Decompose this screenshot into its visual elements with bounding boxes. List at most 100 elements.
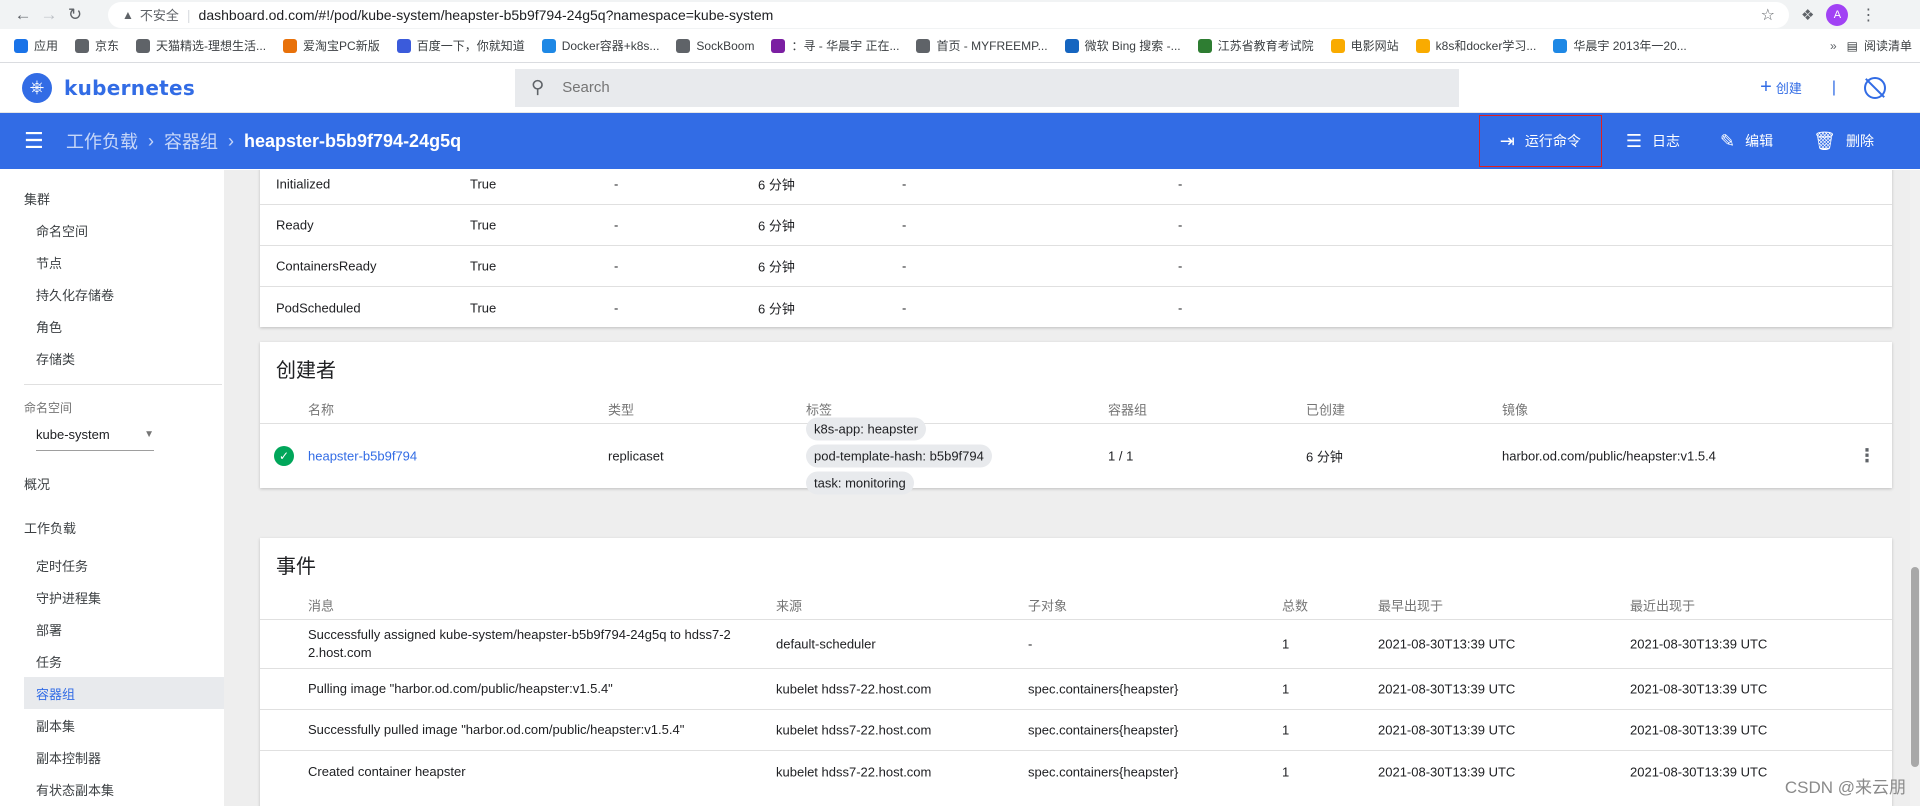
logs-label: 日志 [1652, 133, 1681, 149]
bookmark-item[interactable]: Docker容器+k8s... [541, 37, 659, 54]
event-message: Successfully assigned kube-system/heapst… [308, 626, 768, 662]
event-source: kubelet hdss7-22.host.com [776, 722, 932, 738]
creator-row: ✓ heapster-b5b9f794 replicaset k8s-app: … [260, 417, 1892, 495]
bookmark-item[interactable]: 京东 [75, 37, 119, 54]
condition-reason: - [902, 176, 907, 192]
condition-row: ContainersReady True - 6 分钟 - - [260, 246, 1892, 287]
bookmark-item[interactable]: 江苏省教育考试院 [1197, 37, 1314, 54]
bookmark-star-icon[interactable]: ☆ [1761, 5, 1775, 25]
delete-button[interactable]: 🗑 删除 [1793, 115, 1894, 167]
sidebar-cluster[interactable]: 集群 [0, 182, 224, 214]
sidebar-item[interactable]: 角色 [0, 310, 224, 342]
plus-icon: + [1760, 76, 1772, 98]
address-bar[interactable]: ▲ 不安全 | dashboard.od.com/#!/pod/kube-sys… [108, 1, 1789, 28]
bookmark-item[interactable]: k8s和docker学习... [1415, 37, 1536, 54]
create-button[interactable]: + 创建 [1760, 76, 1802, 99]
sidebar-overview[interactable]: 概况 [0, 467, 224, 499]
sidebar-item[interactable]: 持久化存储卷 [0, 278, 224, 310]
bookmark-icon [1553, 38, 1568, 53]
sidebar-item[interactable]: 容器组 [24, 677, 224, 709]
event-source: default-scheduler [776, 636, 876, 652]
column-header[interactable]: 最早出现于 [1378, 595, 1443, 614]
column-header[interactable]: 最近出现于 [1630, 595, 1695, 614]
reload-icon[interactable]: ↻ [62, 2, 88, 28]
bookmark-item[interactable]: 首页 - MYFREEMP... [916, 37, 1048, 54]
bookmark-item[interactable]: 天猫精选-理想生活... [136, 37, 266, 54]
bookmark-label: 京东 [95, 39, 120, 53]
logs-button[interactable]: ☰ 日志 [1606, 115, 1700, 167]
sidebar-item[interactable]: 副本集 [0, 709, 224, 741]
bookmark-icon [771, 38, 786, 53]
bookmark-icon [14, 38, 28, 53]
condition-status: True [470, 258, 497, 274]
namespace-select[interactable]: kube-system ▼ [36, 419, 154, 451]
column-header[interactable]: 来源 [776, 595, 802, 614]
bookmark-item[interactable]: ：寻 - 华晨宇 正在... [771, 37, 899, 54]
bookmark-label: 百度一下，你就知道 [416, 39, 525, 53]
kubernetes-logo[interactable]: ⎈ kubernetes [22, 72, 492, 103]
bookmark-item[interactable]: 电影网站 [1330, 37, 1399, 54]
column-header[interactable]: 名称 [308, 399, 334, 418]
column-header[interactable]: 容器组 [1108, 399, 1147, 418]
header-divider: | [1831, 78, 1836, 96]
bookmark-item[interactable]: 爱淘宝PC新版 [283, 37, 380, 54]
condition-message: - [1178, 258, 1183, 274]
sidebar-item[interactable]: 节点 [0, 246, 224, 278]
column-header[interactable]: 消息 [308, 595, 334, 614]
forward-icon[interactable]: → [36, 2, 62, 28]
creator-name-link[interactable]: heapster-b5b9f794 [308, 449, 417, 464]
event-object: - [1028, 636, 1033, 652]
sidebar-item[interactable]: 任务 [0, 645, 224, 677]
event-count: 1 [1282, 636, 1290, 652]
column-header[interactable]: 总数 [1282, 595, 1308, 614]
bookmark-item[interactable]: 百度一下，你就知道 [396, 37, 525, 54]
sidebar-item[interactable]: 有状态副本集 [0, 773, 224, 805]
bookmark-icon [916, 38, 931, 53]
menu-icon[interactable]: ☰ [24, 128, 48, 154]
sidebar-workloads[interactable]: 工作负载 [0, 511, 224, 543]
breadcrumb-workloads[interactable]: 工作负载 [66, 128, 138, 154]
column-header[interactable]: 子对象 [1028, 595, 1067, 614]
sidebar-item[interactable]: 副本控制器 [0, 741, 224, 773]
breadcrumb-pods[interactable]: 容器组 [164, 128, 218, 154]
page-scrollbar-thumb[interactable] [1911, 567, 1919, 767]
row-menu-icon[interactable]: ⋮ [1858, 446, 1876, 467]
column-header[interactable]: 镜像 [1502, 399, 1528, 418]
address-separator: | [186, 6, 191, 23]
sidebar-item[interactable]: 部署 [0, 613, 224, 645]
creator-created: 6 分钟 [1306, 449, 1343, 465]
event-row: Successfully pulled image "harbor.od.com… [260, 710, 1892, 751]
bookmark-item[interactable]: 微软 Bing 搜索 -... [1064, 37, 1181, 54]
back-icon[interactable]: ← [10, 2, 36, 28]
condition-message: - [1178, 217, 1183, 233]
exec-button[interactable]: ⇥ 运行命令 [1478, 115, 1602, 167]
event-last-seen: 2021-08-30T13:39 UTC [1630, 681, 1768, 697]
sidebar-item[interactable]: 存储类 [0, 342, 224, 374]
reading-list-label: 阅读清单 [1863, 39, 1912, 53]
extensions-icon[interactable]: ❖ [1801, 6, 1814, 24]
bookmarks-more-icon[interactable]: » [1830, 39, 1837, 53]
sidebar-item[interactable]: 命名空间 [0, 214, 224, 246]
edit-button[interactable]: ✎ 编辑 [1700, 115, 1793, 167]
event-message-line: Successfully assigned kube-system/heapst… [308, 627, 731, 642]
bookmark-item[interactable]: SockBoom [676, 38, 754, 53]
event-message: Created container heapster [308, 763, 768, 781]
bookmark-item[interactable]: 华晨宇 2013年一20... [1553, 37, 1687, 54]
visibility-off-icon[interactable] [1864, 76, 1886, 99]
sidebar-item[interactable]: 守护进程集 [0, 581, 224, 613]
bookmark-icon [1330, 38, 1345, 53]
search-bar[interactable]: ⚲ [515, 68, 1459, 107]
chevron-right-icon: › [148, 130, 154, 151]
reading-list-button[interactable]: ▤ 阅读清单 [1847, 37, 1912, 54]
column-header[interactable]: 已创建 [1306, 399, 1345, 418]
search-input[interactable] [562, 79, 1363, 96]
namespace-value: kube-system [36, 427, 110, 442]
bookmark-icon [396, 38, 411, 53]
browser-menu-icon[interactable]: ⋮ [1860, 5, 1876, 25]
profile-avatar[interactable]: A [1826, 3, 1849, 26]
condition-reason: - [902, 300, 907, 315]
sidebar-item[interactable]: 定时任务 [0, 549, 224, 581]
bookmarks-bar: 应用 京东 天猫精选-理想生活... 爱淘宝PC新版 百度一下，你就知道 Docker容器… [0, 29, 1920, 63]
bookmark-item[interactable]: 应用 [14, 37, 58, 54]
column-header[interactable]: 类型 [608, 399, 634, 418]
